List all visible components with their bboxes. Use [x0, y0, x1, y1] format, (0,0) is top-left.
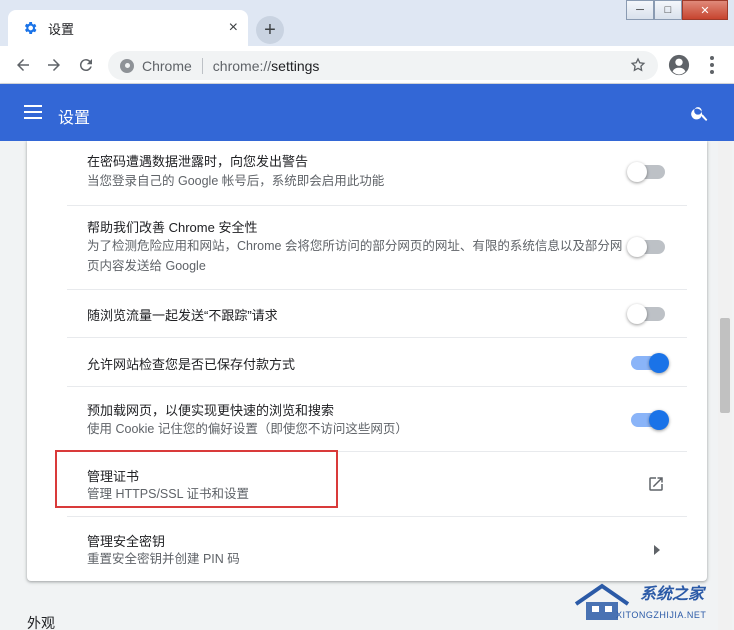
toggle-switch[interactable]: [631, 410, 669, 430]
watermark-logo: 系统之家 XITONGZHIJIA.NET: [568, 578, 728, 626]
manage-certificates-row[interactable]: 管理证书 管理 HTTPS/SSL 证书和设置: [67, 451, 687, 516]
scrollbar-thumb[interactable]: [720, 318, 730, 413]
list-item[interactable]: 随浏览流量一起发送“不跟踪”请求: [67, 289, 687, 337]
site-name: Chrome: [142, 57, 192, 74]
page-title: 设置: [58, 110, 91, 127]
setting-label: 随浏览流量一起发送“不跟踪”请求: [87, 308, 278, 323]
window-controls: ─ □ ✕: [626, 0, 728, 20]
toggle-switch[interactable]: [631, 353, 669, 373]
manage-security-keys-row[interactable]: 管理安全密钥 重置安全密钥并创建 PIN 码: [67, 516, 687, 581]
more-menu-icon[interactable]: [704, 54, 720, 76]
url-scheme: chrome://: [212, 57, 272, 74]
setting-label: 帮助我们改善 Chrome 安全性: [87, 220, 258, 235]
setting-description: 重置安全密钥并创建 PIN 码: [87, 552, 240, 566]
setting-label: 在密码遭遇数据泄露时，向您发出警告: [87, 154, 309, 169]
setting-description: 当您登录自己的 Google 帐号后，系统即会启用此功能: [87, 174, 385, 188]
new-tab-button[interactable]: +: [256, 16, 284, 44]
gear-icon: [24, 22, 37, 34]
scrollbar[interactable]: [718, 141, 732, 630]
setting-description: 为了检测危险应用和网站，Chrome 会将您所访问的部分网页的网址、有限的系统信…: [87, 239, 623, 273]
reload-icon: [79, 59, 92, 72]
list-item[interactable]: 预加载网页，以便实现更快速的浏览和搜索 使用 Cookie 记住您的偏好设置（即…: [67, 386, 687, 451]
tab-title: 设置: [48, 21, 75, 37]
forward-arrow-icon: [48, 59, 60, 71]
setting-label: 预加载网页，以便实现更快速的浏览和搜索: [87, 403, 335, 418]
settings-header: 设置: [0, 84, 734, 141]
reload-button[interactable]: [75, 54, 97, 76]
toggle-switch[interactable]: [627, 162, 665, 182]
maximize-button[interactable]: □: [654, 0, 682, 20]
browser-toolbar: Chrome chrome://settings: [0, 46, 734, 84]
setting-description: 管理 HTTPS/SSL 证书和设置: [87, 487, 250, 501]
external-link-icon[interactable]: [647, 475, 665, 493]
setting-label: 管理证书: [87, 469, 140, 484]
account-icon[interactable]: [668, 54, 690, 76]
watermark-text-en: XITONGZHIJIA.NET: [616, 610, 707, 620]
title-bar: 设置 × + ─ □ ✕: [0, 0, 734, 46]
chrome-site-icon: [120, 58, 134, 73]
back-button[interactable]: [12, 54, 34, 76]
list-item[interactable]: 帮助我们改善 Chrome 安全性 为了检测危险应用和网站，Chrome 会将您…: [67, 205, 687, 289]
setting-label: 管理安全密钥: [87, 534, 166, 549]
hamburger-menu-icon[interactable]: [24, 105, 42, 119]
close-window-button[interactable]: ✕: [682, 0, 728, 20]
omnibox-separator: [201, 57, 203, 74]
search-icon[interactable]: [690, 103, 710, 123]
tab-settings[interactable]: 设置 ×: [8, 10, 248, 46]
chevron-right-icon[interactable]: [653, 545, 661, 555]
forward-button[interactable]: [43, 54, 65, 76]
list-item[interactable]: 允许网站检查您是否已保存付款方式: [67, 337, 687, 386]
url-text: chrome://settings: [213, 58, 320, 74]
tab-close-icon[interactable]: ×: [229, 20, 238, 36]
setting-label: 允许网站检查您是否已保存付款方式: [87, 357, 296, 372]
watermark-text-cn: 系统之家: [640, 586, 705, 603]
address-bar[interactable]: Chrome chrome://settings: [108, 51, 658, 80]
back-arrow-icon: [17, 59, 29, 71]
list-item[interactable]: 在密码遭遇数据泄露时，向您发出警告 当您登录自己的 Google 帐号后，系统即…: [67, 141, 687, 205]
settings-content: 在密码遭遇数据泄露时，向您发出警告 当您登录自己的 Google 帐号后，系统即…: [0, 141, 734, 630]
appearance-section-title: 外观: [27, 615, 55, 630]
setting-description: 使用 Cookie 记住您的偏好设置（即使您不访问这些网页）: [87, 422, 408, 436]
url-path: settings: [271, 57, 320, 74]
minimize-button[interactable]: ─: [626, 0, 654, 20]
toggle-switch[interactable]: [627, 237, 665, 257]
toggle-switch[interactable]: [627, 304, 665, 324]
privacy-security-card: 在密码遭遇数据泄露时，向您发出警告 当您登录自己的 Google 帐号后，系统即…: [27, 141, 707, 581]
bookmark-star-icon[interactable]: [630, 57, 646, 73]
